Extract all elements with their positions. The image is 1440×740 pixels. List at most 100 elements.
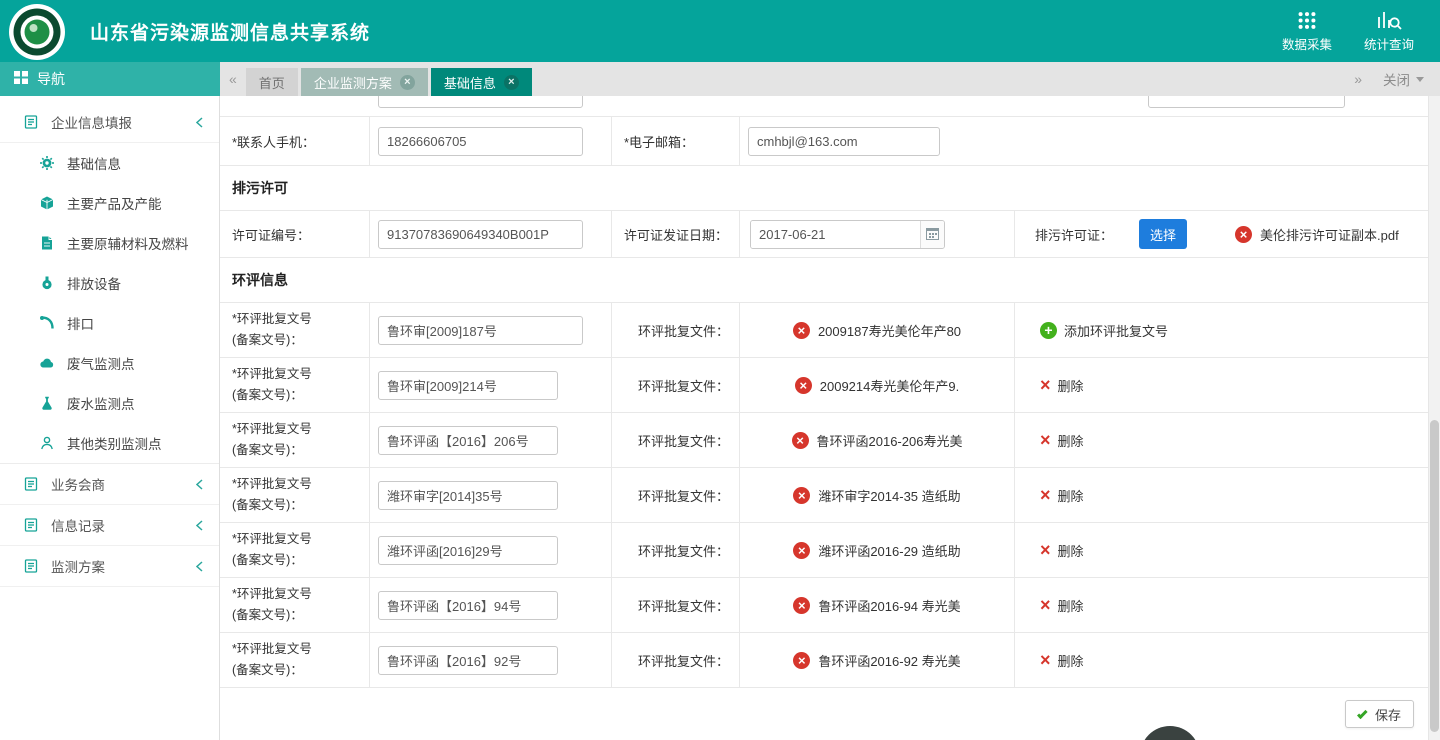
remove-file-icon[interactable]: × — [1235, 226, 1252, 243]
sidebar-item-emission-equipment[interactable]: 排放设备 — [0, 263, 219, 303]
permit-file-name[interactable]: 美伦排污许可证副本.pdf — [1260, 225, 1399, 244]
tab-close-icon[interactable]: × — [400, 75, 415, 90]
clipped-input[interactable] — [378, 96, 583, 108]
form-icon — [22, 114, 39, 131]
eia-row: *环评批复文号(备案文号)： 环评批复文件： × 鲁环评函2016-206寿光美… — [220, 413, 1428, 468]
sidebar-group-business-consult[interactable]: 业务会商 — [0, 464, 219, 505]
sidebar-item-outlet[interactable]: 排口 — [0, 303, 219, 343]
sidebar-group-label: 信息记录 — [51, 515, 105, 535]
sidebar-item-basic-info[interactable]: 基础信息 — [0, 143, 219, 183]
eia-doc-input[interactable] — [378, 426, 558, 455]
eia-file-name[interactable]: 潍环审字2014-35 造纸助 — [818, 486, 960, 505]
caret-down-icon — [1416, 77, 1424, 82]
eia-doc-input[interactable] — [378, 316, 583, 345]
outlet-icon — [38, 315, 55, 332]
email-input[interactable] — [748, 127, 940, 156]
eia-doc-label-text: *环评批复文号(备案文号)： — [232, 529, 312, 572]
sidebar-group-info-records[interactable]: 信息记录 — [0, 505, 219, 546]
remove-file-icon[interactable]: × — [793, 322, 810, 339]
eia-doc-label-text: *环评批复文号(备案文号)： — [232, 474, 312, 517]
tab-home[interactable]: 首页 — [246, 68, 298, 96]
eia-doc-label-text: *环评批复文号(备案文号)： — [232, 419, 312, 462]
sidebar-item-other-monitor[interactable]: 其他类别监测点 — [0, 423, 219, 463]
issue-date-input[interactable] — [750, 220, 945, 249]
eia-file-label: 环评批复文件： — [612, 358, 740, 412]
eia-doc-label: *环评批复文号(备案文号)： — [220, 523, 370, 577]
delete-eia-row-button[interactable]: × 删除 — [1040, 541, 1084, 560]
tabs-scroll-left-icon[interactable]: « — [220, 71, 246, 87]
remove-file-icon[interactable]: × — [793, 542, 810, 559]
tab-close-icon[interactable]: × — [504, 75, 519, 90]
save-button[interactable]: 保存 — [1345, 700, 1414, 728]
chevron-left-icon — [196, 479, 203, 490]
delete-label: 删除 — [1058, 486, 1084, 505]
basic-info-form: *联系人手机： *电子邮箱： 排污许可 许可证编号： 许可证发证日期： — [220, 96, 1428, 740]
sidebar-item-label: 排放设备 — [67, 273, 121, 293]
add-icon: + — [1040, 322, 1057, 339]
calendar-icon[interactable] — [920, 221, 944, 248]
tab-enterprise-monitor-plan[interactable]: 企业监测方案 × — [301, 68, 428, 96]
delete-eia-row-button[interactable]: × 删除 — [1040, 596, 1084, 615]
eia-file-label: 环评批复文件： — [612, 633, 740, 687]
eia-file-label: 环评批复文件： — [612, 413, 740, 467]
eia-file-name[interactable]: 2009214寿光美伦年产9. — [820, 376, 959, 395]
permit-file-label: 排污许可证： — [1035, 225, 1113, 244]
nav-label: 导航 — [37, 69, 65, 89]
eia-doc-input[interactable] — [378, 481, 558, 510]
form-footer: 保存 — [220, 688, 1428, 740]
delete-label: 删除 — [1058, 596, 1084, 615]
delete-label: 删除 — [1058, 431, 1084, 450]
sidebar-item-label: 其他类别监测点 — [67, 433, 162, 453]
eia-file-name[interactable]: 2009187寿光美伦年产80 — [818, 321, 961, 340]
delete-label: 删除 — [1058, 651, 1084, 670]
eia-file-name[interactable]: 鲁环评函2016-92 寿光美 — [818, 651, 960, 670]
delete-icon: × — [1040, 376, 1051, 394]
eia-doc-input[interactable] — [378, 371, 558, 400]
eia-row: *环评批复文号(备案文号)： 环评批复文件： × 潍环审字2014-35 造纸助… — [220, 468, 1428, 523]
stats-query-button[interactable]: 统计查询 — [1364, 9, 1414, 53]
phone-input[interactable] — [378, 127, 583, 156]
license-no-label: 许可证编号： — [220, 211, 370, 257]
remove-file-icon[interactable]: × — [793, 597, 810, 614]
sidebar-item-raw-materials[interactable]: 主要原辅材料及燃料 — [0, 223, 219, 263]
select-file-button[interactable]: 选择 — [1139, 219, 1187, 249]
eia-doc-input[interactable] — [378, 591, 558, 620]
sidebar-item-products[interactable]: 主要产品及产能 — [0, 183, 219, 223]
form-icon — [22, 558, 39, 575]
eia-file-name[interactable]: 潍环评函2016-29 造纸助 — [818, 541, 960, 560]
delete-eia-row-button[interactable]: × 删除 — [1040, 651, 1084, 670]
clipped-input[interactable] — [1148, 96, 1345, 108]
issue-date-label: 许可证发证日期： — [612, 211, 740, 257]
sidebar: 企业信息填报 基础信息 主要产品及产能 — [0, 96, 220, 740]
license-no-input[interactable] — [378, 220, 583, 249]
sidebar-group-monitor-plan[interactable]: 监测方案 — [0, 546, 219, 587]
sidebar-item-label: 排口 — [67, 313, 94, 333]
scrollbar-thumb[interactable] — [1430, 420, 1439, 732]
eia-doc-input[interactable] — [378, 536, 558, 565]
tab-label: 基础信息 — [444, 73, 496, 92]
sidebar-item-gas-monitor[interactable]: 废气监测点 — [0, 343, 219, 383]
remove-file-icon[interactable]: × — [792, 432, 809, 449]
data-collect-button[interactable]: 数据采集 — [1282, 9, 1332, 53]
delete-eia-row-button[interactable]: × 删除 — [1040, 376, 1084, 395]
stats-query-label: 统计查询 — [1364, 34, 1414, 53]
remove-file-icon[interactable]: × — [795, 377, 812, 394]
add-eia-doc-button[interactable]: + 添加环评批复文号 — [1040, 321, 1168, 340]
vertical-scrollbar[interactable] — [1428, 96, 1440, 740]
sidebar-group-enterprise-info[interactable]: 企业信息填报 — [0, 102, 219, 143]
delete-eia-row-button[interactable]: × 删除 — [1040, 486, 1084, 505]
eia-doc-input[interactable] — [378, 646, 558, 675]
eia-doc-label-text: *环评批复文号(备案文号)： — [232, 364, 312, 407]
eia-file-name[interactable]: 鲁环评函2016-206寿光美 — [817, 431, 963, 450]
sidebar-item-water-monitor[interactable]: 废水监测点 — [0, 383, 219, 423]
date-field[interactable] — [751, 221, 920, 248]
delete-eia-row-button[interactable]: × 删除 — [1040, 431, 1084, 450]
tabs-scroll-right-icon[interactable]: » — [1345, 71, 1371, 87]
close-menu-button[interactable]: 关闭 — [1373, 69, 1424, 89]
tab-basic-info[interactable]: 基础信息 × — [431, 68, 532, 96]
sidebar-group-items: 基础信息 主要产品及产能 主要原辅材料及燃料 — [0, 143, 219, 464]
remove-file-icon[interactable]: × — [793, 652, 810, 669]
eia-doc-label: *环评批复文号(备案文号)： — [220, 468, 370, 522]
eia-file-name[interactable]: 鲁环评函2016-94 寿光美 — [818, 596, 960, 615]
remove-file-icon[interactable]: × — [793, 487, 810, 504]
